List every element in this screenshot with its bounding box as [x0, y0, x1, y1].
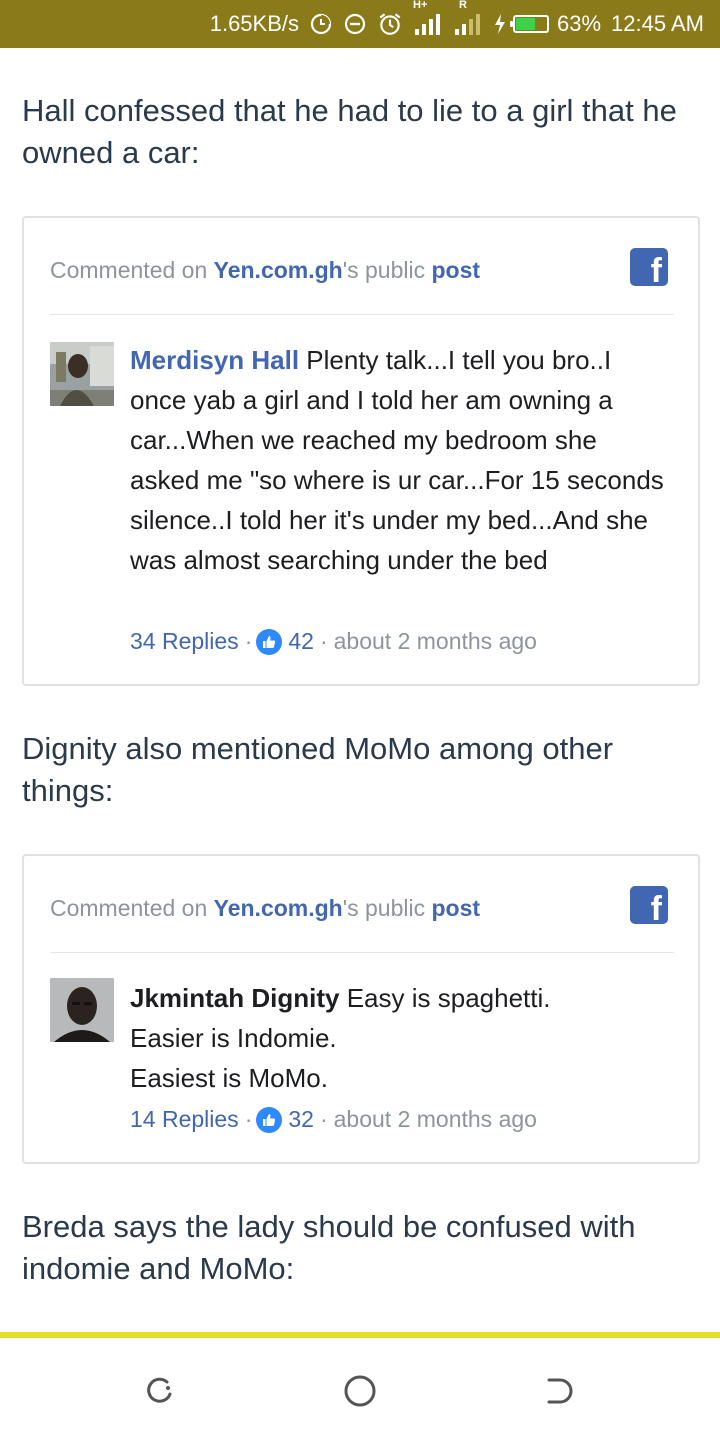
battery-level	[516, 18, 535, 30]
battery-percent: 63%	[557, 11, 602, 36]
like-icon	[256, 628, 283, 655]
facebook-icon-glyph: f	[650, 890, 662, 924]
separator: ·	[244, 1106, 253, 1132]
facebook-comment-embed: Commented on Yen.com.gh 's public post f…	[22, 216, 700, 686]
post-link[interactable]: post	[432, 895, 481, 922]
comment-time[interactable]: about 2 months ago	[334, 628, 537, 655]
avatar[interactable]	[50, 978, 114, 1042]
replies-link[interactable]: 34 Replies	[130, 628, 239, 655]
facebook-icon[interactable]: f	[630, 886, 668, 924]
embed-header: Commented on Yen.com.gh 's public post	[50, 890, 672, 926]
comment-footer: 14 Replies · 32 · about 2 months ago	[130, 1106, 537, 1133]
like-count: 42	[288, 628, 314, 654]
comment-time[interactable]: about 2 months ago	[334, 1106, 537, 1133]
comment-text-line: Easy is spaghetti.	[346, 983, 551, 1013]
signal-icon: H+	[413, 0, 443, 37]
article-paragraph: Dignity also mentioned MoMo among other …	[22, 731, 614, 808]
replies-link[interactable]: 14 Replies	[130, 1106, 239, 1133]
clock: 12:45 AM	[611, 11, 704, 36]
facebook-icon[interactable]: f	[630, 248, 668, 286]
post-link[interactable]: post	[432, 257, 481, 284]
comment-body: Jkmintah Dignity Easy is spaghetti. Easi…	[130, 978, 668, 1098]
network-type-label: H+	[413, 0, 428, 11]
like-count: 32	[288, 1106, 314, 1132]
recent-apps-icon[interactable]	[143, 1374, 177, 1408]
navigation-bar	[0, 1338, 720, 1440]
comment-author[interactable]: Merdisyn Hall	[130, 345, 299, 375]
embed-header: Commented on Yen.com.gh 's public post	[50, 252, 672, 288]
separator: ·	[244, 628, 253, 654]
like-icon	[256, 1106, 283, 1133]
alarm-icon	[377, 11, 403, 37]
facebook-icon-glyph: f	[650, 252, 662, 286]
comment-text-line: Easier is Indomie.	[130, 1023, 337, 1053]
status-bar: 1.65KB/s H+ R 63% 12:45 AM	[0, 0, 720, 48]
roaming-label: R	[459, 0, 467, 11]
network-speed: 1.65KB/s	[209, 11, 299, 36]
home-icon[interactable]	[343, 1374, 377, 1408]
separator: ·	[319, 628, 328, 654]
comment-author[interactable]: Jkmintah Dignity	[130, 983, 339, 1013]
divider	[50, 314, 674, 315]
signal-icon-2: R	[453, 0, 483, 37]
facebook-comment-embed: Commented on Yen.com.gh 's public post f…	[22, 854, 700, 1164]
back-icon[interactable]	[543, 1374, 577, 1408]
embed-header-prefix: Commented on	[50, 256, 214, 283]
article-paragraph: Hall confessed that he had to lie to a g…	[22, 93, 677, 170]
do-not-disturb-icon	[343, 12, 367, 36]
separator: ·	[319, 1106, 328, 1132]
embed-header-middle: 's public	[342, 894, 432, 921]
page-link[interactable]: Yen.com.gh	[214, 257, 343, 284]
comment-body: Merdisyn Hall Plenty talk...I tell you b…	[130, 340, 668, 580]
charging-icon	[493, 13, 507, 35]
battery-icon	[510, 15, 549, 33]
comment-text: Plenty talk...I tell you bro..I once yab…	[130, 345, 664, 575]
data-saver-icon	[309, 12, 333, 36]
page-link[interactable]: Yen.com.gh	[214, 895, 343, 922]
comment-footer: 34 Replies · 42 · about 2 months ago	[130, 628, 537, 655]
embed-header-prefix: Commented on	[50, 894, 214, 921]
divider	[50, 952, 674, 953]
comment-text-line: Easiest is MoMo.	[130, 1063, 328, 1093]
article-paragraph: Breda says the lady should be confused w…	[22, 1209, 636, 1286]
avatar[interactable]	[50, 342, 114, 406]
embed-header-middle: 's public	[342, 256, 432, 283]
